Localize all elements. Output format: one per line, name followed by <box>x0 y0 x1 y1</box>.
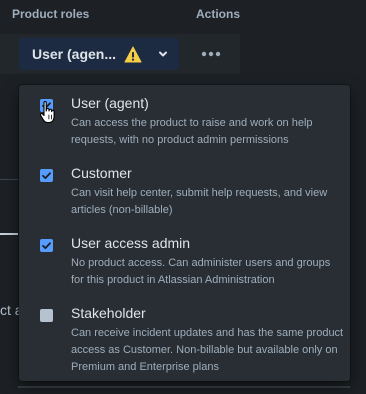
checkbox-checked-icon[interactable] <box>40 169 53 182</box>
role-option-description: No product access. Can administer users … <box>71 257 331 286</box>
checkbox-unchecked-icon[interactable] <box>40 309 53 322</box>
product-roles-header: Product roles <box>12 7 90 21</box>
checkbox-checked-icon[interactable] <box>40 99 53 112</box>
role-option-title: User access admin <box>71 235 191 251</box>
more-horizontal-icon <box>201 51 221 57</box>
product-roles-dropdown: User (agent) Can access the product to r… <box>19 85 350 381</box>
page: Product roles Actions User (agen... ct a… <box>0 0 366 394</box>
product-role-select-value: User (agen... <box>32 46 117 62</box>
role-option-title: Stakeholder <box>71 305 146 321</box>
divider <box>0 233 18 235</box>
product-role-select[interactable]: User (agen... <box>19 38 179 70</box>
actions-header: Actions <box>196 7 241 21</box>
role-option-title: User (agent) <box>71 95 149 111</box>
checkbox-checked-icon[interactable] <box>40 239 53 252</box>
chevron-down-icon <box>159 51 167 57</box>
divider <box>18 386 350 388</box>
role-option-description: Can visit help center, submit help reque… <box>71 187 328 216</box>
divider <box>0 179 18 180</box>
warning-icon <box>124 46 142 62</box>
role-option-user-agent[interactable]: User (agent) Can access the product to r… <box>19 85 350 155</box>
role-option-description: Can receive incident updates and has the… <box>71 327 344 373</box>
role-option-user-access-admin[interactable]: User access admin No product access. Can… <box>19 225 350 295</box>
role-option-title: Customer <box>71 165 132 181</box>
role-option-customer[interactable]: Customer Can visit help center, submit h… <box>19 155 350 225</box>
role-option-stakeholder[interactable]: Stakeholder Can receive incident updates… <box>19 295 350 381</box>
more-actions-button[interactable] <box>193 38 229 70</box>
role-option-description: Can access the product to raise and work… <box>71 117 313 146</box>
